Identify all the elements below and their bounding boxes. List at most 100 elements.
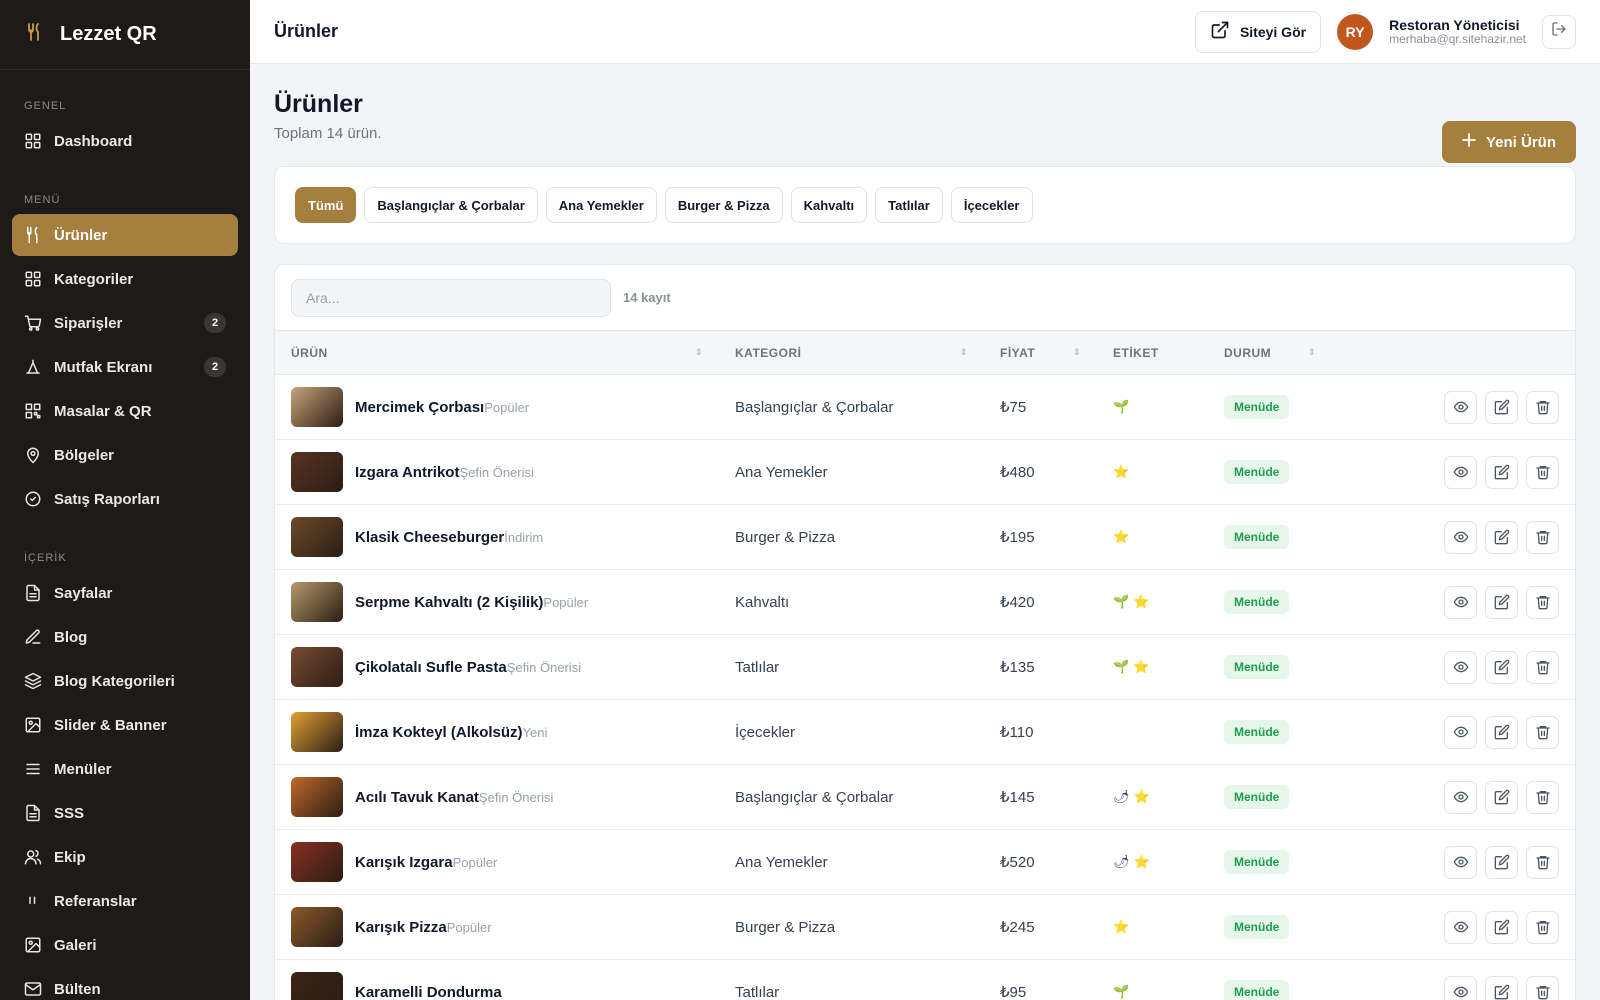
brand[interactable]: Lezzet QR (0, 0, 250, 70)
product-badge: Popüler (543, 594, 589, 610)
delete-button[interactable] (1526, 520, 1559, 554)
product-name[interactable]: Karışık Pizza (355, 919, 447, 936)
view-button[interactable] (1444, 715, 1477, 749)
price-cell: ₺135 (1000, 659, 1035, 676)
sidebar-item[interactable]: Bülten (12, 968, 238, 1000)
sidebar-item[interactable]: Ürünler (12, 214, 238, 256)
trash-icon (1535, 789, 1551, 805)
product-thumbnail (291, 972, 343, 1000)
view-button[interactable] (1444, 455, 1477, 489)
sidebar-item[interactable]: Mutfak Ekranı 2 (12, 346, 238, 388)
sidebar-item[interactable]: Blog (12, 616, 238, 658)
column-header-status[interactable]: DURUM ⇕ (1208, 331, 1332, 374)
product-name[interactable]: Serpme Kahvaltı (2 Kişilik) (355, 594, 543, 611)
tag-cell: 🌱 ⭐ (1097, 635, 1208, 699)
product-name[interactable]: İmza Kokteyl (Alkolsüz) (355, 724, 523, 741)
category-cell: Burger & Pizza (735, 918, 836, 936)
filter-chip[interactable]: Tatlılar (875, 187, 943, 223)
top-bar: Ürünler Siteyi Gör RY Restoran Yöneticis… (250, 0, 1600, 64)
view-site-button[interactable]: Siteyi Gör (1194, 10, 1322, 53)
sidebar-item[interactable]: Dashboard (12, 120, 238, 162)
column-header-price[interactable]: FİYAT ⇕ (984, 331, 1097, 374)
product-name[interactable]: Izgara Antrikot (355, 464, 459, 481)
status-badge: Menüde (1224, 980, 1290, 1000)
filter-chip[interactable]: Kahvaltı (790, 187, 868, 223)
product-name[interactable]: Acılı Tavuk Kanat (355, 789, 479, 806)
edit-button[interactable] (1485, 520, 1518, 554)
price-cell: ₺420 (1000, 594, 1035, 611)
sidebar-item[interactable]: Blog Kategorileri (12, 660, 238, 702)
view-button[interactable] (1444, 390, 1477, 424)
chart-icon (24, 490, 42, 508)
sidebar-item[interactable]: Sayfalar (12, 572, 238, 614)
edit-button[interactable] (1485, 585, 1518, 619)
new-product-button[interactable]: Yeni Ürün (1441, 121, 1576, 163)
edit-button[interactable] (1485, 715, 1518, 749)
sidebar-item[interactable]: Referanslar (12, 880, 238, 922)
view-button[interactable] (1444, 650, 1477, 684)
edit-button[interactable] (1485, 455, 1518, 489)
view-button[interactable] (1444, 585, 1477, 619)
sidebar-item[interactable]: Bölgeler (12, 434, 238, 476)
delete-button[interactable] (1526, 390, 1559, 424)
sidebar-item[interactable]: Galeri (12, 924, 238, 966)
logout-button[interactable] (1542, 14, 1576, 49)
sidebar-item[interactable]: Satış Raporları (12, 478, 238, 520)
view-button[interactable] (1444, 845, 1477, 879)
sidebar-item[interactable]: Menüler (12, 748, 238, 790)
sidebar-item-label: Kategoriler (54, 270, 134, 288)
delete-button[interactable] (1526, 455, 1559, 489)
edit-button[interactable] (1485, 910, 1518, 944)
view-site-label: Siteyi Gör (1239, 23, 1307, 40)
avatar[interactable]: RY (1337, 13, 1374, 50)
price-cell: ₺195 (1000, 529, 1035, 546)
table-row: Karışık Pizza Popüler Burger & Pizza ₺245 ⭐ M… (275, 895, 1575, 960)
delete-button[interactable] (1526, 910, 1559, 944)
filter-chip[interactable]: Ana Yemekler (545, 187, 657, 223)
category-filter-bar: Tümü Başlangıçlar & Çorbalar Ana Yemekler B… (274, 166, 1576, 244)
view-button[interactable] (1444, 520, 1477, 554)
filter-chip[interactable]: Burger & Pizza (664, 187, 783, 223)
delete-button[interactable] (1526, 975, 1559, 1000)
filter-chip[interactable]: Tümü (295, 187, 357, 223)
sidebar-item[interactable]: Kategoriler (12, 258, 238, 300)
edit-icon (1494, 789, 1510, 805)
product-thumbnail (291, 387, 343, 427)
column-header-product[interactable]: ÜRÜN ⇕ (275, 331, 719, 374)
status-cell: Menüde (1208, 440, 1332, 504)
sidebar-nav: GENEL Dashboard MENÜ Ürünler Kategoriler Sipa… (0, 70, 250, 1000)
trash-icon (1535, 529, 1551, 545)
product-badge: Şefin Önerisi (506, 659, 582, 675)
column-header-category[interactable]: KATEGORİ ⇕ (719, 331, 984, 374)
view-button[interactable] (1444, 910, 1477, 944)
delete-button[interactable] (1526, 845, 1559, 879)
product-name[interactable]: Mercimek Çorbası (355, 399, 484, 416)
view-button[interactable] (1444, 780, 1477, 814)
view-button[interactable] (1444, 975, 1477, 1000)
sidebar-item[interactable]: Masalar & QR (12, 390, 238, 432)
delete-button[interactable] (1526, 650, 1559, 684)
sidebar-item[interactable]: Slider & Banner (12, 704, 238, 746)
edit-button[interactable] (1485, 390, 1518, 424)
page-title: Ürünler (274, 90, 363, 118)
filter-chip[interactable]: İçecekler (950, 187, 1033, 223)
edit-button[interactable] (1485, 845, 1518, 879)
delete-button[interactable] (1526, 585, 1559, 619)
edit-button[interactable] (1485, 650, 1518, 684)
search-input[interactable] (291, 278, 611, 317)
eye-icon (1453, 659, 1469, 675)
sidebar-item[interactable]: Siparişler 2 (12, 302, 238, 344)
product-name[interactable]: Klasik Cheeseburger (355, 529, 504, 546)
edit-button[interactable] (1485, 780, 1518, 814)
sidebar-item[interactable]: Ekip (12, 836, 238, 878)
product-name[interactable]: Karışık Izgara (355, 854, 453, 871)
delete-button[interactable] (1526, 715, 1559, 749)
map-pin-icon (24, 446, 42, 464)
filter-chip[interactable]: Başlangıçlar & Çorbalar (364, 187, 538, 223)
product-name[interactable]: Karamelli Dondurma (355, 984, 502, 1000)
product-name[interactable]: Çikolatalı Sufle Pasta (355, 659, 507, 676)
product-badge: Popüler (484, 399, 530, 415)
edit-button[interactable] (1485, 975, 1518, 1000)
sidebar-item[interactable]: SSS (12, 792, 238, 834)
delete-button[interactable] (1526, 780, 1559, 814)
